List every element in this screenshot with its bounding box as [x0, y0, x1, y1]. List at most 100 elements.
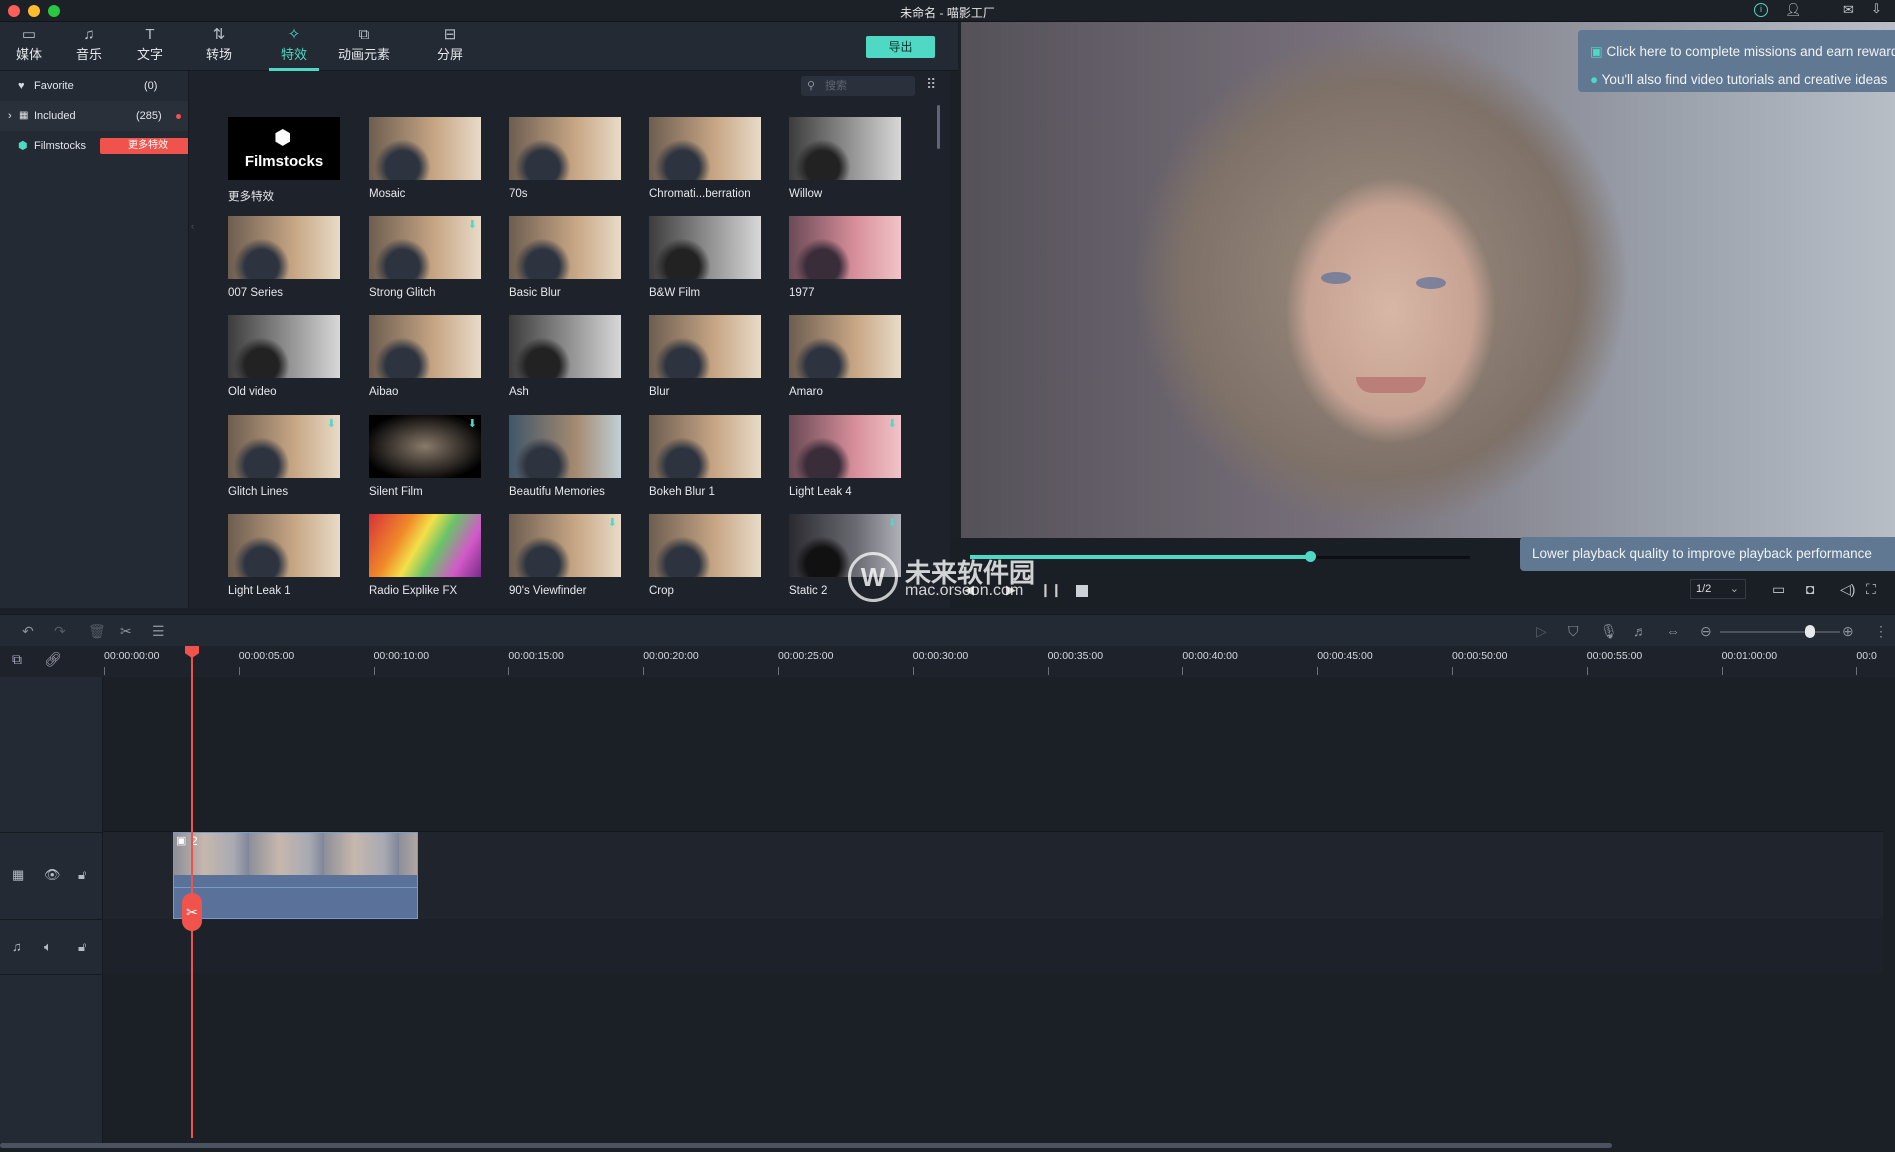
effect-item[interactable]: ⬇ 90's Viewfinder	[509, 514, 621, 597]
divider	[0, 832, 103, 833]
download-icon[interactable]: ⬇	[888, 417, 897, 430]
sidebar-item-favorite[interactable]: ♥ Favorite (0)	[0, 71, 188, 101]
lock-icon[interactable]: 🔓︎	[78, 867, 86, 883]
snapshot-icon[interactable]: ◘	[1806, 581, 1814, 597]
effect-thumbnail	[649, 514, 761, 577]
clip-audio-divider	[174, 887, 417, 888]
effect-thumbnail	[789, 216, 901, 279]
tab-transitions[interactable]: ⇅ 转场	[206, 22, 232, 71]
grid-view-icon[interactable]: ⠿	[926, 76, 936, 93]
effect-item[interactable]: Basic Blur	[509, 216, 621, 299]
timeline-ruler[interactable]: ⧉ 🔗︎ 00:00:00:00 00:00:05:00 00:00:10:00 00…	[0, 646, 1895, 677]
zoom-in-icon[interactable]: ⊕	[1842, 623, 1854, 640]
info-icon[interactable]: i	[1754, 3, 1768, 17]
effect-item[interactable]: Mosaic	[369, 117, 481, 200]
grid-scrollbar[interactable]	[937, 105, 940, 149]
timeline-horizontal-scrollbar[interactable]	[0, 1143, 1612, 1148]
microphone-icon[interactable]: 🎙︎	[1600, 623, 1618, 640]
stop-icon[interactable]	[1076, 585, 1088, 597]
cut-icon[interactable]: ✂	[120, 623, 132, 640]
redo-icon[interactable]: ↷	[54, 623, 66, 640]
playback-quality-select[interactable]: 1/2 ⌄	[1690, 579, 1746, 599]
next-frame-icon[interactable]: ❙❙	[1040, 582, 1062, 598]
fullscreen-icon[interactable]: ⛶	[1866, 581, 1876, 598]
effect-thumbnail	[509, 117, 621, 180]
effect-item[interactable]: Beautifu Memories	[509, 415, 621, 498]
download-icon[interactable]: ⇩	[1871, 1, 1882, 17]
effect-item[interactable]: Willow	[789, 117, 901, 200]
user-icon[interactable]: 👤︎	[1785, 2, 1802, 18]
effect-item[interactable]: Radio Explike FX	[369, 514, 481, 597]
playhead[interactable]	[191, 646, 193, 1138]
link-icon[interactable]: 🔗︎	[44, 651, 62, 668]
undo-icon[interactable]: ↶	[22, 623, 34, 640]
tab-effects[interactable]: ✧ 特效	[269, 22, 319, 71]
speaker-icon[interactable]: 🔈︎	[44, 939, 52, 955]
download-icon[interactable]: ⬇	[608, 516, 617, 529]
download-icon[interactable]: ⬇	[888, 516, 897, 529]
more-effects-badge[interactable]: 更多特效	[100, 138, 196, 154]
mail-icon[interactable]: ✉	[1843, 2, 1854, 18]
adjust-icon[interactable]: ☰	[152, 623, 165, 640]
ruler-tick-label: 00:01:00:00	[1721, 650, 1778, 662]
effect-item[interactable]: 1977	[789, 216, 901, 299]
effect-item[interactable]: ⬇ Glitch Lines	[228, 415, 340, 498]
export-button[interactable]: 导出	[866, 36, 935, 58]
effect-item[interactable]: B&W Film	[649, 216, 761, 299]
missions-row[interactable]: ▣ Click here to complete missions and ea…	[1590, 38, 1895, 66]
display-settings-icon[interactable]: ▭	[1772, 581, 1785, 598]
effect-item[interactable]: ⬇ Light Leak 4	[789, 415, 901, 498]
sidebar-item-label: Included	[34, 110, 76, 122]
split-scissors-button[interactable]: ✂	[182, 893, 202, 931]
effect-item[interactable]: Aibao	[369, 315, 481, 398]
effect-item[interactable]: Crop	[649, 514, 761, 597]
volume-icon[interactable]: ◁)	[1840, 581, 1855, 598]
effect-item[interactable]: Ash	[509, 315, 621, 398]
tab-text[interactable]: T 文字	[137, 22, 163, 71]
effect-item[interactable]: Light Leak 1	[228, 514, 340, 597]
effect-item[interactable]: 007 Series	[228, 216, 340, 299]
delete-icon[interactable]: 🗑︎	[88, 623, 106, 640]
effect-label: Strong Glitch	[369, 287, 436, 299]
playback-scrubber-handle[interactable]	[1305, 551, 1316, 562]
missions-notification[interactable]: ▣ Click here to complete missions and ea…	[1578, 30, 1895, 92]
panel-divider[interactable]: ‹	[188, 71, 200, 608]
effect-item[interactable]: Chromati...berration	[649, 117, 761, 200]
tab-label: 音乐	[76, 47, 103, 62]
effect-item[interactable]: Old video	[228, 315, 340, 398]
eye-icon[interactable]: 👁︎	[44, 867, 61, 883]
effect-item[interactable]: ⬇ Silent Film	[369, 415, 481, 498]
sidebar-item-filmstocks[interactable]: ⬢ Filmstocks 更多特效	[0, 131, 196, 161]
render-icon[interactable]: ▷	[1536, 623, 1547, 640]
marker-icon[interactable]: ⛉	[1568, 623, 1579, 640]
tab-media[interactable]: ▭ 媒体	[16, 22, 42, 71]
effect-item[interactable]: Bokeh Blur 1	[649, 415, 761, 498]
more-options-icon[interactable]: ⋮	[1874, 623, 1888, 640]
fit-timeline-icon[interactable]: ⇔	[1666, 623, 1680, 639]
lock-icon[interactable]: 🔓︎	[78, 939, 86, 955]
effect-item[interactable]: Amaro	[789, 315, 901, 398]
collapse-arrow-icon[interactable]: ‹	[191, 221, 194, 231]
zoom-out-icon[interactable]: ⊖	[1700, 623, 1712, 640]
timeline-zoom-handle[interactable]	[1805, 625, 1815, 638]
effect-item[interactable]: ⬇ Strong Glitch	[369, 216, 481, 299]
sidebar-item-included[interactable]: › ▦ Included (285)	[0, 101, 188, 131]
tab-elements[interactable]: ⧉ 动画元素	[338, 22, 390, 71]
audio-track[interactable]	[103, 919, 1883, 974]
effect-item[interactable]: Blur	[649, 315, 761, 398]
empty-track-area[interactable]	[103, 677, 1883, 832]
download-icon[interactable]: ⬇	[468, 417, 477, 430]
audio-mixer-icon[interactable]: ♬	[1633, 623, 1647, 639]
video-clip[interactable]: ▣ 2	[173, 832, 418, 919]
tab-music[interactable]: ♫ 音乐	[76, 22, 102, 71]
add-track-icon[interactable]: ⧉	[12, 651, 22, 668]
download-icon[interactable]: ⬇	[327, 417, 336, 430]
watermark-url: mac.orsoon.com	[905, 582, 1024, 599]
effect-item[interactable]: ⬢ Filmstocks 更多特效	[228, 117, 340, 204]
tutorials-row[interactable]: ● You'll also find video tutorials and c…	[1590, 66, 1895, 92]
search-input[interactable]: ⚲ 搜索	[801, 76, 915, 96]
tab-split-screen[interactable]: ⊟ 分屏	[437, 22, 463, 71]
effect-item[interactable]: 70s	[509, 117, 621, 200]
download-icon[interactable]: ⬇	[468, 218, 477, 231]
timeline-zoom-slider[interactable]	[1720, 631, 1840, 633]
